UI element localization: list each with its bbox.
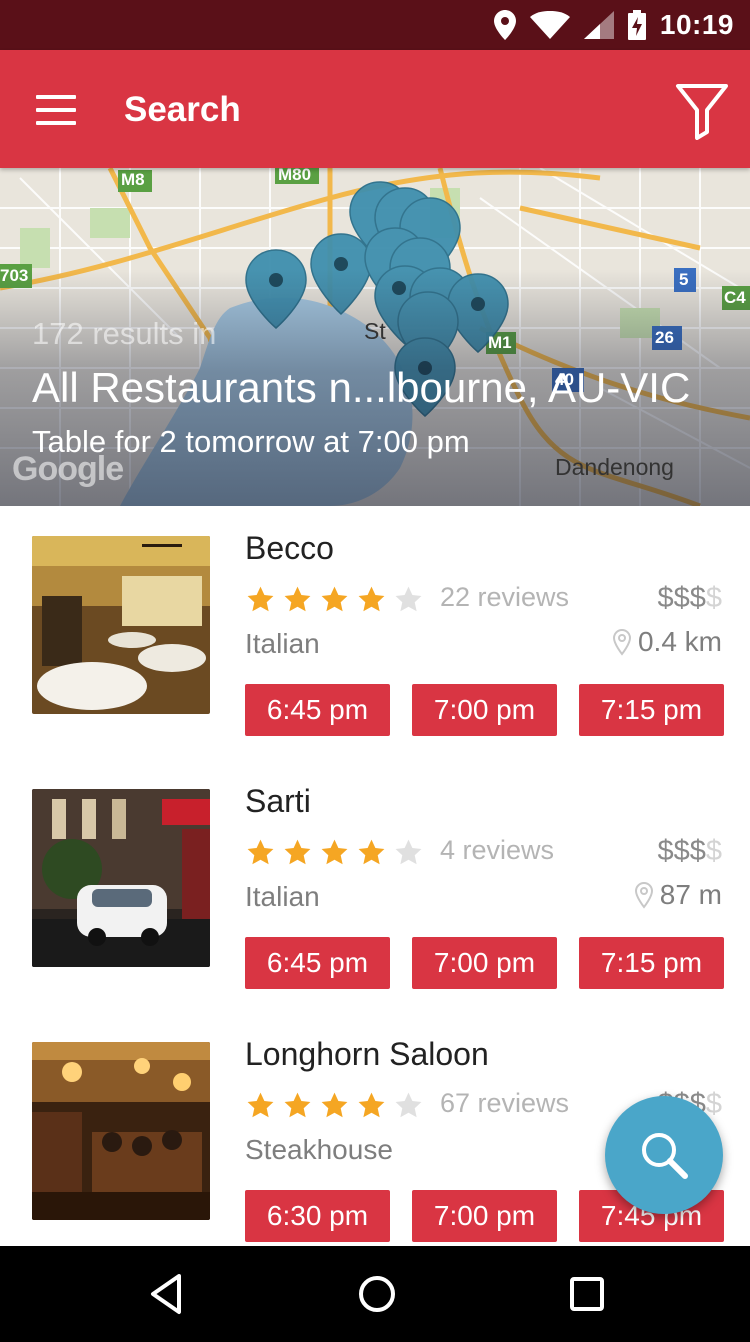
map-label-26: 26 [655, 328, 674, 347]
star-icon [284, 1092, 311, 1118]
star-icon [247, 839, 274, 865]
map-label-m8: M8 [121, 170, 145, 189]
status-time: 10:19 [659, 9, 734, 40]
back-icon[interactable] [143, 1270, 191, 1318]
wifi-icon [529, 11, 570, 39]
cuisine-label: Steakhouse [245, 1134, 393, 1165]
star-icon [358, 839, 385, 865]
filter-icon[interactable] [674, 80, 730, 140]
map-label-m1: M1 [488, 333, 512, 352]
price-inactive: $ [705, 582, 722, 614]
recents-icon[interactable] [563, 1270, 611, 1318]
battery-charging-icon [627, 10, 646, 40]
review-count: 67 reviews [440, 1088, 570, 1118]
restaurant-card[interactable]: Becco 22 reviews $$$$ Italian 0.4 km 6:4… [0, 506, 750, 759]
price-active: $$$ [657, 582, 706, 614]
restaurant-photo [32, 789, 210, 967]
time-slot-button[interactable]: 7:00 pm [412, 1190, 557, 1242]
cuisine-label: Italian [245, 628, 320, 659]
review-count: 22 reviews [440, 582, 570, 612]
map-label-c4: C4 [724, 288, 746, 307]
rating-stars [245, 1090, 424, 1121]
star-icon [321, 586, 348, 612]
status-bar: 10:19 [0, 0, 750, 50]
search-fab[interactable] [605, 1096, 723, 1214]
map-label-dandenong: Dandenong [555, 454, 674, 480]
time-slot-button[interactable]: 6:45 pm [245, 684, 390, 736]
restaurant-photo [32, 1042, 210, 1220]
cuisine-label: Italian [245, 881, 320, 912]
price-level: $$$$ [657, 835, 722, 868]
price-level: $$$$ [657, 582, 722, 615]
star-empty-icon [395, 839, 422, 865]
star-icon [358, 586, 385, 612]
review-count: 4 reviews [440, 835, 555, 865]
results-location: All Restaurants n...lbourne, AU-VIC [32, 364, 691, 411]
distance: 87 m [634, 879, 722, 911]
time-slots: 6:45 pm 7:00 pm 7:15 pm [245, 684, 724, 736]
time-slot-button[interactable]: 7:15 pm [579, 937, 724, 989]
restaurant-name: Becco [245, 530, 334, 566]
location-pin-icon [612, 628, 631, 656]
star-icon [358, 1092, 385, 1118]
system-nav-bar [0, 1246, 750, 1342]
rating-stars [245, 584, 424, 615]
distance-value: 87 m [659, 879, 722, 910]
status-icons: 10:19 [493, 0, 734, 50]
restaurant-name: Longhorn Saloon [245, 1036, 489, 1072]
home-icon[interactable] [353, 1270, 401, 1318]
app-toolbar: Search [0, 50, 750, 168]
cell-signal-icon [583, 11, 614, 39]
time-slots: 6:45 pm 7:00 pm 7:15 pm [245, 937, 724, 989]
search-icon [642, 1133, 688, 1179]
map-label-703: 703 [0, 266, 29, 285]
map-header[interactable]: M8 M80 703 5 C4 M1 26 40 St Dandenong 17… [0, 168, 750, 506]
page-title: Search [124, 90, 241, 129]
price-inactive: $ [705, 835, 722, 867]
time-slot-button[interactable]: 7:00 pm [412, 937, 557, 989]
google-logo: Google [12, 450, 124, 488]
star-empty-icon [395, 586, 422, 612]
restaurant-card[interactable]: Sarti 4 reviews $$$$ Italian 87 m 6:45 p… [0, 759, 750, 1012]
star-icon [284, 839, 311, 865]
distance: 0.4 km [612, 626, 722, 658]
time-slot-button[interactable]: 7:00 pm [412, 684, 557, 736]
distance-value: 0.4 km [637, 626, 722, 657]
menu-icon[interactable] [30, 88, 82, 132]
location-pin-icon [634, 881, 653, 909]
map-label-5: 5 [679, 270, 689, 289]
location-icon [493, 10, 516, 40]
map-label-m80: M80 [278, 168, 312, 184]
results-count: 172 results in [32, 316, 217, 351]
price-active: $$$ [657, 835, 706, 867]
time-slot-button[interactable]: 7:15 pm [579, 684, 724, 736]
time-slot-button[interactable]: 6:45 pm [245, 937, 390, 989]
rating-stars [245, 837, 424, 868]
star-icon [321, 839, 348, 865]
restaurant-name: Sarti [245, 783, 311, 819]
star-empty-icon [395, 1092, 422, 1118]
restaurant-photo [32, 536, 210, 714]
star-icon [321, 1092, 348, 1118]
time-slot-button[interactable]: 6:30 pm [245, 1190, 390, 1242]
star-icon [284, 586, 311, 612]
star-icon [247, 1092, 274, 1118]
map-label-st: St [364, 318, 386, 344]
star-icon [247, 586, 274, 612]
